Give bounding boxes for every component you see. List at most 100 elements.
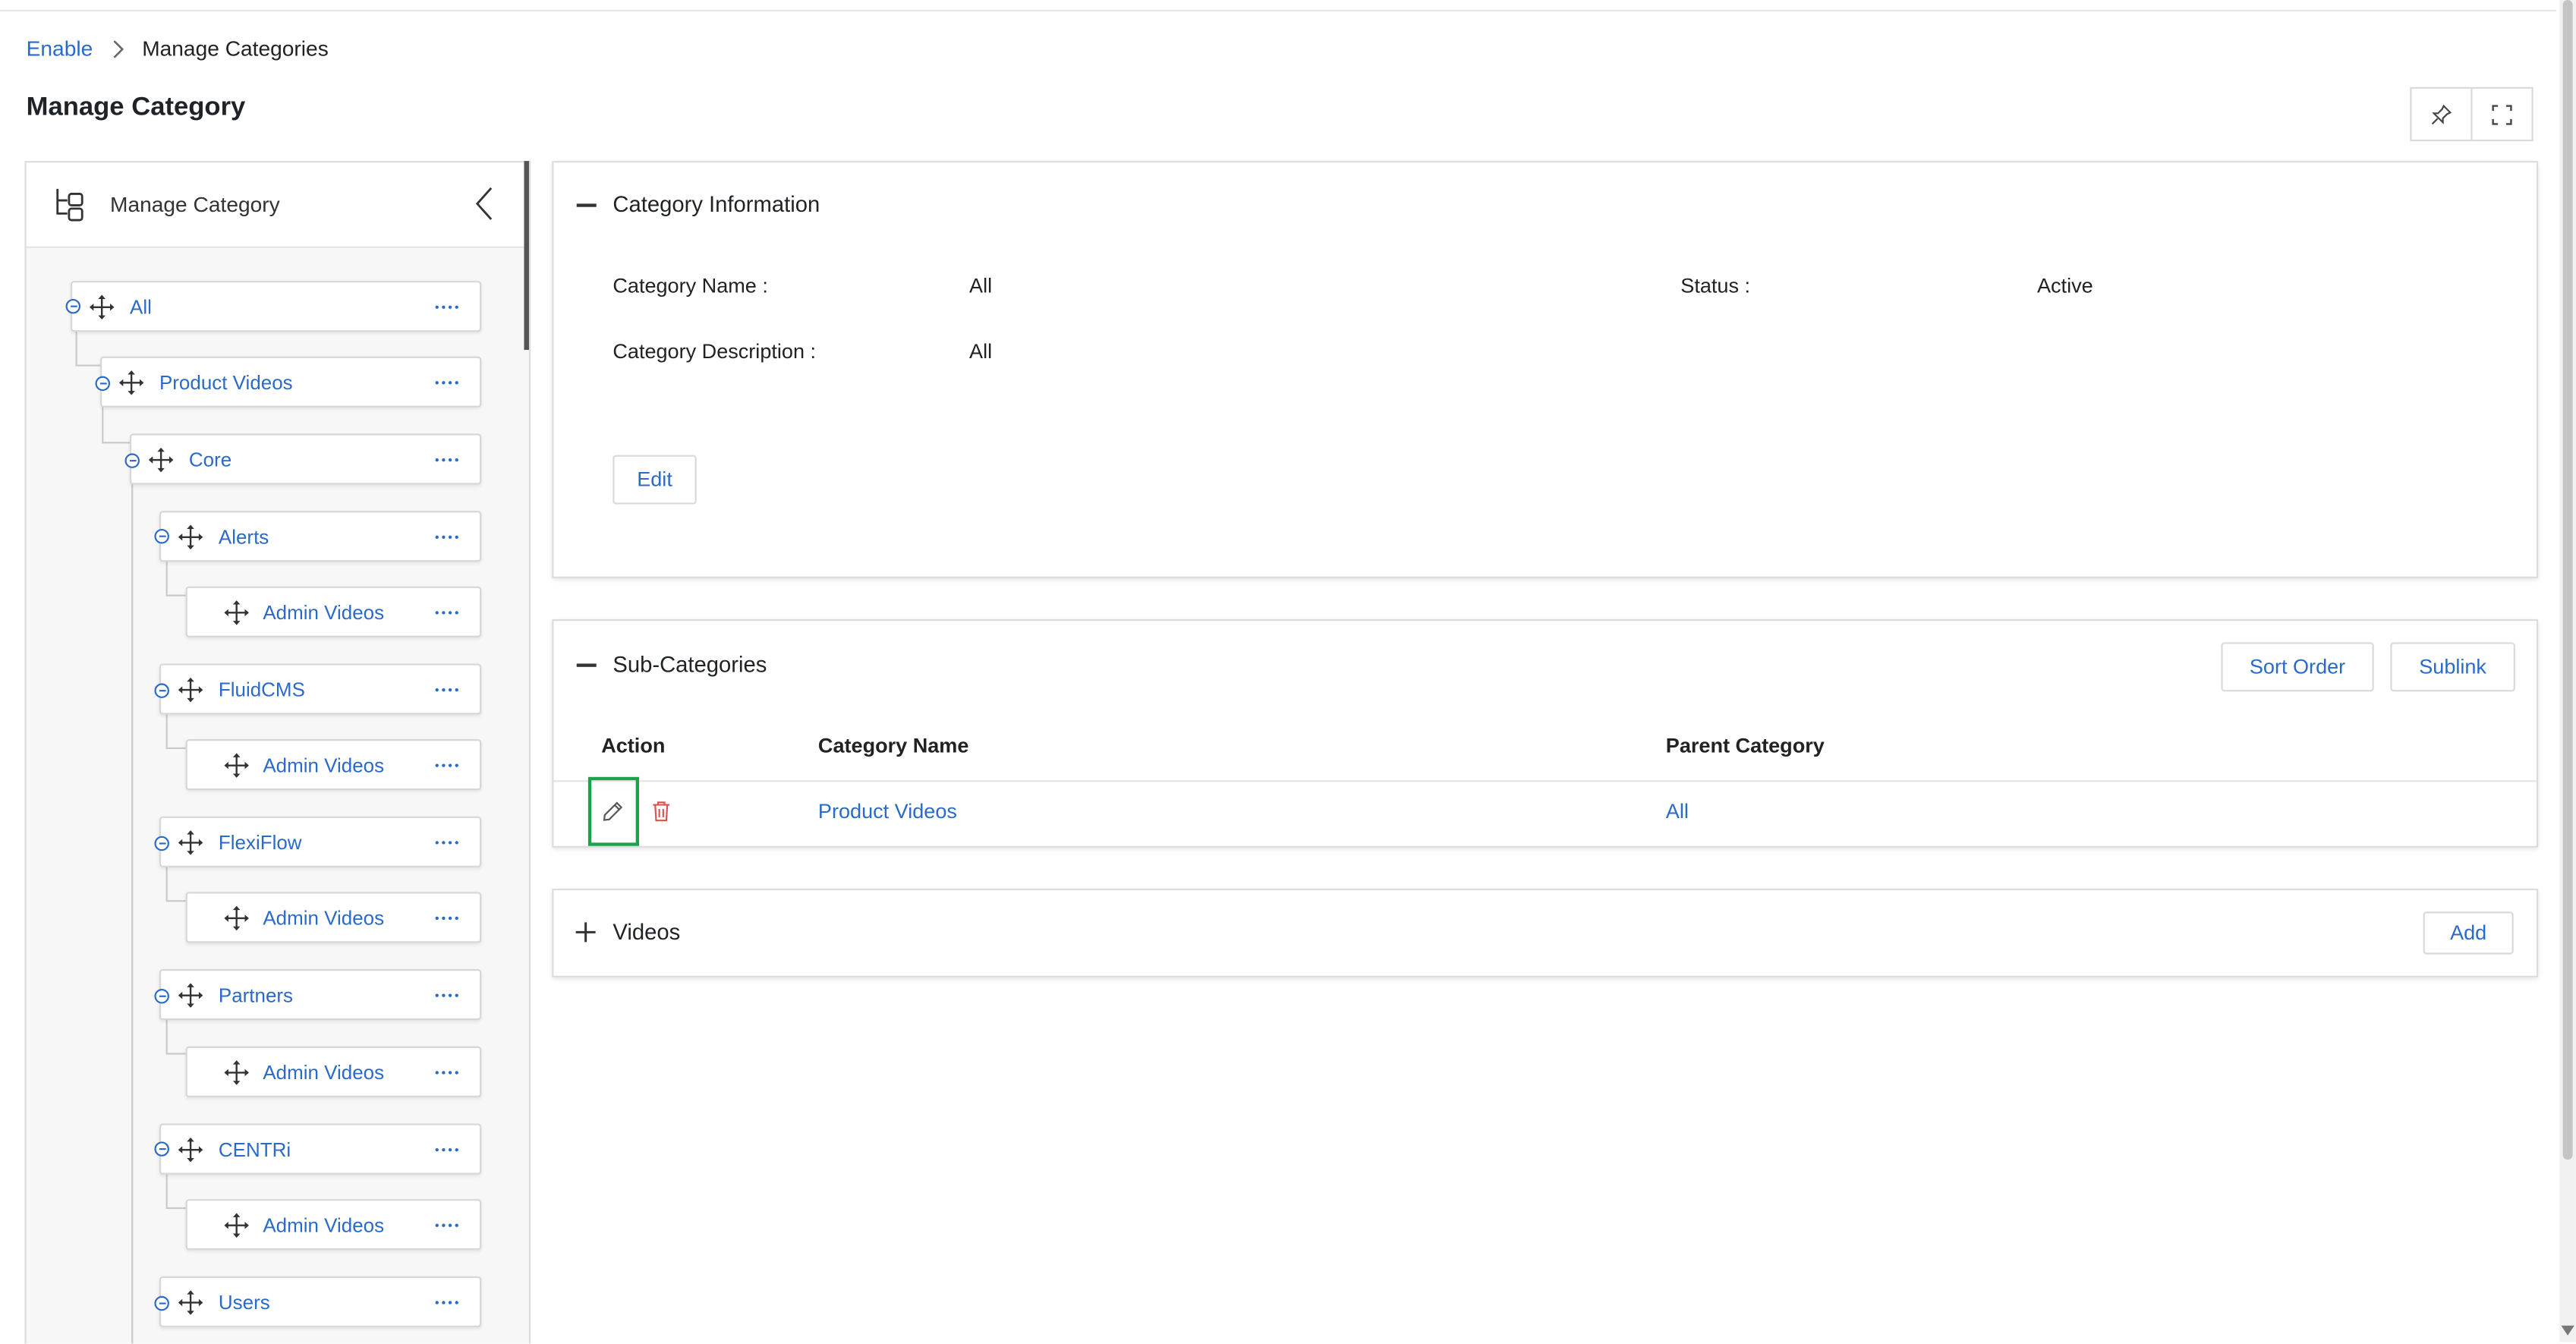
fullscreen-button[interactable] (2472, 87, 2533, 142)
collapse-toggle-icon[interactable] (154, 836, 169, 851)
top-divider (0, 9, 2556, 12)
more-options-icon[interactable] (435, 993, 458, 998)
tree-node-product-videos[interactable]: Product Videos (100, 356, 482, 408)
row-parent-category-link[interactable]: All (1666, 800, 1689, 823)
tree-node-label: Admin Videos (263, 754, 385, 777)
scrollbar-thumb[interactable] (2562, 0, 2573, 1160)
more-options-icon[interactable] (435, 1147, 458, 1153)
tree-node-partners-admin-videos[interactable]: Admin Videos (185, 1046, 482, 1097)
move-icon[interactable] (178, 1289, 204, 1324)
tree-node-label: All (129, 295, 152, 319)
collapse-panel-icon[interactable] (473, 186, 496, 230)
tree-connector (165, 747, 186, 750)
tree-node-label: Admin Videos (263, 601, 385, 625)
pin-button[interactable] (2410, 87, 2473, 142)
collapse-toggle-icon[interactable] (65, 298, 81, 314)
move-icon[interactable] (178, 677, 204, 711)
collapse-toggle-icon[interactable] (154, 528, 169, 544)
section-title: Videos (613, 920, 681, 945)
more-options-icon[interactable] (435, 841, 458, 845)
collapse-toggle-icon[interactable] (154, 683, 169, 698)
more-options-icon[interactable] (435, 458, 458, 463)
tree-panel-title: Manage Category (110, 192, 280, 217)
fullscreen-icon (2492, 104, 2512, 124)
more-options-icon[interactable] (435, 688, 458, 693)
collapse-section-icon[interactable] (576, 663, 597, 666)
sublink-button[interactable]: Sublink (2390, 642, 2515, 692)
collapse-toggle-icon[interactable] (154, 1141, 169, 1157)
tree-node-all[interactable]: All (71, 281, 482, 332)
collapse-toggle-icon[interactable] (154, 1295, 169, 1311)
tree-node-label: Product Videos (159, 371, 293, 395)
more-options-icon[interactable] (435, 1301, 458, 1305)
move-icon[interactable] (223, 905, 250, 940)
pin-icon (2431, 103, 2452, 124)
tree-panel-scroll-indicator[interactable] (524, 161, 529, 351)
page-actions (2410, 87, 2533, 142)
tree-node-flexiflow[interactable]: FlexiFlow (159, 816, 482, 867)
section-title: Category Information (613, 192, 820, 217)
category-description-label: Category Description : (613, 340, 817, 364)
collapse-toggle-icon[interactable] (154, 989, 169, 1004)
column-header-action: Action (601, 734, 666, 757)
category-information-card: Category Information Category Name : All… (552, 161, 2539, 578)
breadcrumb: Enable Manage Categories (27, 36, 329, 61)
tree-node-users[interactable]: Users (159, 1276, 482, 1327)
tree-node-label: Alerts (218, 525, 269, 549)
row-category-name-link[interactable]: Product Videos (818, 800, 957, 823)
edit-row-button[interactable] (587, 776, 639, 846)
tree-node-label: Users (218, 1291, 270, 1314)
tree-node-core[interactable]: Core (129, 433, 482, 485)
tree-node-centri[interactable]: CENTRi (159, 1123, 482, 1175)
trash-icon[interactable] (650, 800, 672, 831)
more-options-icon[interactable] (435, 381, 458, 386)
move-icon[interactable] (148, 447, 175, 481)
more-options-icon[interactable] (435, 916, 458, 921)
collapse-toggle-icon[interactable] (95, 376, 111, 392)
status-value: Active (2036, 274, 2093, 297)
more-options-icon[interactable] (435, 305, 458, 310)
move-icon[interactable] (223, 1212, 250, 1246)
move-icon[interactable] (223, 1059, 250, 1094)
more-options-icon[interactable] (435, 535, 458, 540)
collapse-toggle-icon[interactable] (124, 453, 140, 468)
tree-node-flexiflow-admin-videos[interactable]: Admin Videos (185, 892, 482, 943)
tree-node-label: Partners (218, 984, 294, 1007)
tree-connector (165, 1053, 186, 1055)
edit-button[interactable]: Edit (613, 455, 697, 505)
tree-node-centri-admin-videos[interactable]: Admin Videos (185, 1199, 482, 1251)
column-header-category-name: Category Name (817, 734, 969, 757)
tree-node-partners[interactable]: Partners (159, 969, 482, 1021)
move-icon[interactable] (178, 829, 204, 864)
more-options-icon[interactable] (435, 611, 458, 615)
move-icon[interactable] (89, 294, 115, 328)
scroll-down-arrow-icon[interactable] (2561, 1325, 2574, 1336)
move-icon[interactable] (178, 982, 204, 1016)
page-title: Manage Category (26, 93, 246, 122)
more-options-icon[interactable] (435, 763, 458, 768)
move-icon[interactable] (223, 600, 250, 634)
move-icon[interactable] (178, 524, 204, 558)
tree-node-fluidcms[interactable]: FluidCMS (159, 663, 482, 715)
breadcrumb-enable-link[interactable]: Enable (27, 36, 93, 61)
page-scrollbar[interactable] (2559, 0, 2576, 1342)
sort-order-button[interactable]: Sort Order (2221, 642, 2374, 692)
expand-section-icon[interactable] (575, 921, 597, 951)
tree-node-fluidcms-admin-videos[interactable]: Admin Videos (185, 739, 482, 791)
add-video-button[interactable]: Add (2423, 911, 2514, 955)
chevron-right-icon (112, 39, 125, 58)
tree-connector (75, 364, 102, 367)
tree-node-label: Admin Videos (263, 1061, 385, 1084)
move-icon[interactable] (178, 1137, 204, 1171)
tree-panel-header: Manage Category (26, 162, 529, 248)
move-icon[interactable] (223, 752, 250, 786)
more-options-icon[interactable] (435, 1071, 458, 1075)
tree-node-label: CENTRi (218, 1138, 291, 1162)
more-options-icon[interactable] (435, 1223, 458, 1228)
tree-node-label: Core (188, 448, 232, 472)
collapse-section-icon[interactable] (576, 203, 597, 206)
category-name-value: All (969, 274, 993, 297)
tree-node-alerts[interactable]: Alerts (159, 511, 482, 562)
tree-node-alerts-admin-videos[interactable]: Admin Videos (185, 586, 482, 637)
move-icon[interactable] (118, 370, 145, 404)
